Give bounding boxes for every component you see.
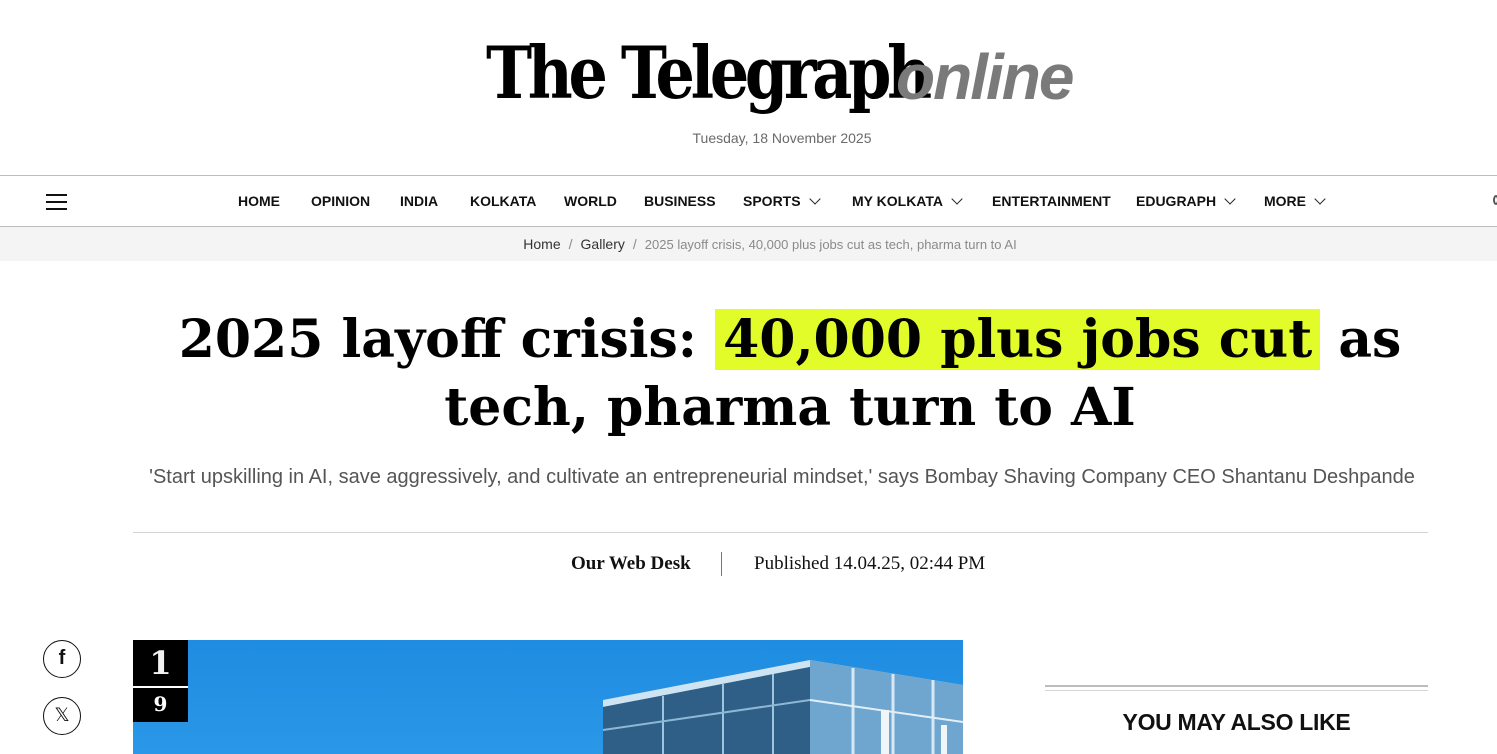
- nav-item-more[interactable]: MORE: [1264, 193, 1326, 209]
- breadcrumb-gallery[interactable]: Gallery: [581, 236, 625, 252]
- nav-item-home[interactable]: HOME: [238, 193, 280, 209]
- breadcrumb: Home / Gallery / 2025 layoff crisis, 40,000 …: [0, 236, 1497, 252]
- main-navigation: HOME OPINION INDIA KOLKATA WORLD BUSINES…: [0, 175, 1497, 227]
- x-share-button[interactable]: 𝕏: [43, 697, 81, 735]
- divider: [133, 532, 1428, 533]
- nav-item-kolkata[interactable]: KOLKATA: [470, 193, 536, 209]
- nav-item-business[interactable]: BUSINESS: [644, 193, 716, 209]
- site-logo[interactable]: The Telegraph online: [486, 30, 1074, 115]
- sidebar-rule: [1045, 690, 1428, 691]
- chevron-down-icon: [1224, 193, 1236, 205]
- breadcrumb-home[interactable]: Home: [523, 236, 560, 252]
- nav-label: INDIA: [400, 193, 439, 209]
- gallery-total-count: 9: [153, 692, 168, 716]
- article-standfirst: 'Start upskilling in AI, save aggressive…: [149, 466, 1415, 488]
- byline-divider: [721, 552, 722, 576]
- headline-highlight: 40,000 plus jobs cut: [715, 309, 1321, 370]
- article-headline: 2025 layoff crisis: 40,000 plus jobs cut…: [120, 306, 1460, 442]
- nav-item-entertainment[interactable]: ENTERTAINMENT: [992, 193, 1111, 209]
- hamburger-menu-icon[interactable]: [46, 194, 67, 210]
- nav-label: WORLD: [564, 193, 617, 209]
- nav-item-world[interactable]: WORLD: [564, 193, 617, 209]
- current-date: Tuesday, 18 November 2025: [692, 130, 872, 146]
- x-icon: 𝕏: [54, 704, 70, 726]
- sidebar-rule: [1045, 685, 1428, 687]
- nav-label: EDUGRAPH: [1136, 193, 1217, 209]
- chevron-down-icon: [808, 193, 821, 205]
- building-photo: [602, 660, 963, 754]
- breadcrumb-current: 2025 layoff crisis, 40,000 plus jobs cut…: [644, 237, 1017, 252]
- gallery-image[interactable]: 1 9: [133, 640, 963, 754]
- facebook-share-button[interactable]: f: [43, 640, 81, 678]
- nav-label: MORE: [1264, 193, 1306, 209]
- breadcrumb-bar: Home / Gallery / 2025 layoff crisis, 40,000 …: [0, 227, 1497, 261]
- nav-label: ENTERTAINMENT: [992, 193, 1111, 209]
- search-icon[interactable]: [1493, 195, 1497, 205]
- nav-label: HOME: [238, 193, 280, 209]
- gallery-counter: 1 9: [133, 640, 188, 722]
- masthead: The Telegraph online Tuesday, 18 Novembe…: [0, 0, 1497, 176]
- facebook-icon: f: [58, 647, 66, 669]
- nav-label: BUSINESS: [644, 193, 716, 209]
- nav-item-my-kolkata[interactable]: MY KOLKATA: [852, 193, 963, 209]
- logo-suffix: online: [896, 41, 1074, 113]
- you-may-also-like-heading: YOU MAY ALSO LIKE: [1122, 709, 1351, 735]
- breadcrumb-separator: /: [568, 236, 573, 252]
- nav-label: MY KOLKATA: [852, 193, 943, 209]
- nav-label: OPINION: [311, 193, 371, 209]
- author-name[interactable]: Our Web Desk: [571, 553, 691, 575]
- nav-label: KOLKATA: [470, 193, 537, 209]
- nav-label: SPORTS: [743, 193, 801, 209]
- headline-part: 2025 layoff crisis:: [178, 309, 716, 370]
- nav-item-edugraph[interactable]: EDUGRAPH: [1136, 193, 1236, 209]
- nav-item-india[interactable]: INDIA: [400, 193, 438, 209]
- published-date: Published 14.04.25, 02:44 PM: [754, 553, 986, 574]
- logo-title: The Telegraph: [486, 30, 932, 115]
- chevron-down-icon: [951, 193, 963, 205]
- breadcrumb-separator: /: [632, 236, 637, 252]
- nav-item-opinion[interactable]: OPINION: [311, 193, 370, 209]
- chevron-down-icon: [1314, 193, 1326, 205]
- gallery-current-index: 1: [149, 644, 172, 682]
- nav-item-sports[interactable]: SPORTS: [743, 193, 821, 209]
